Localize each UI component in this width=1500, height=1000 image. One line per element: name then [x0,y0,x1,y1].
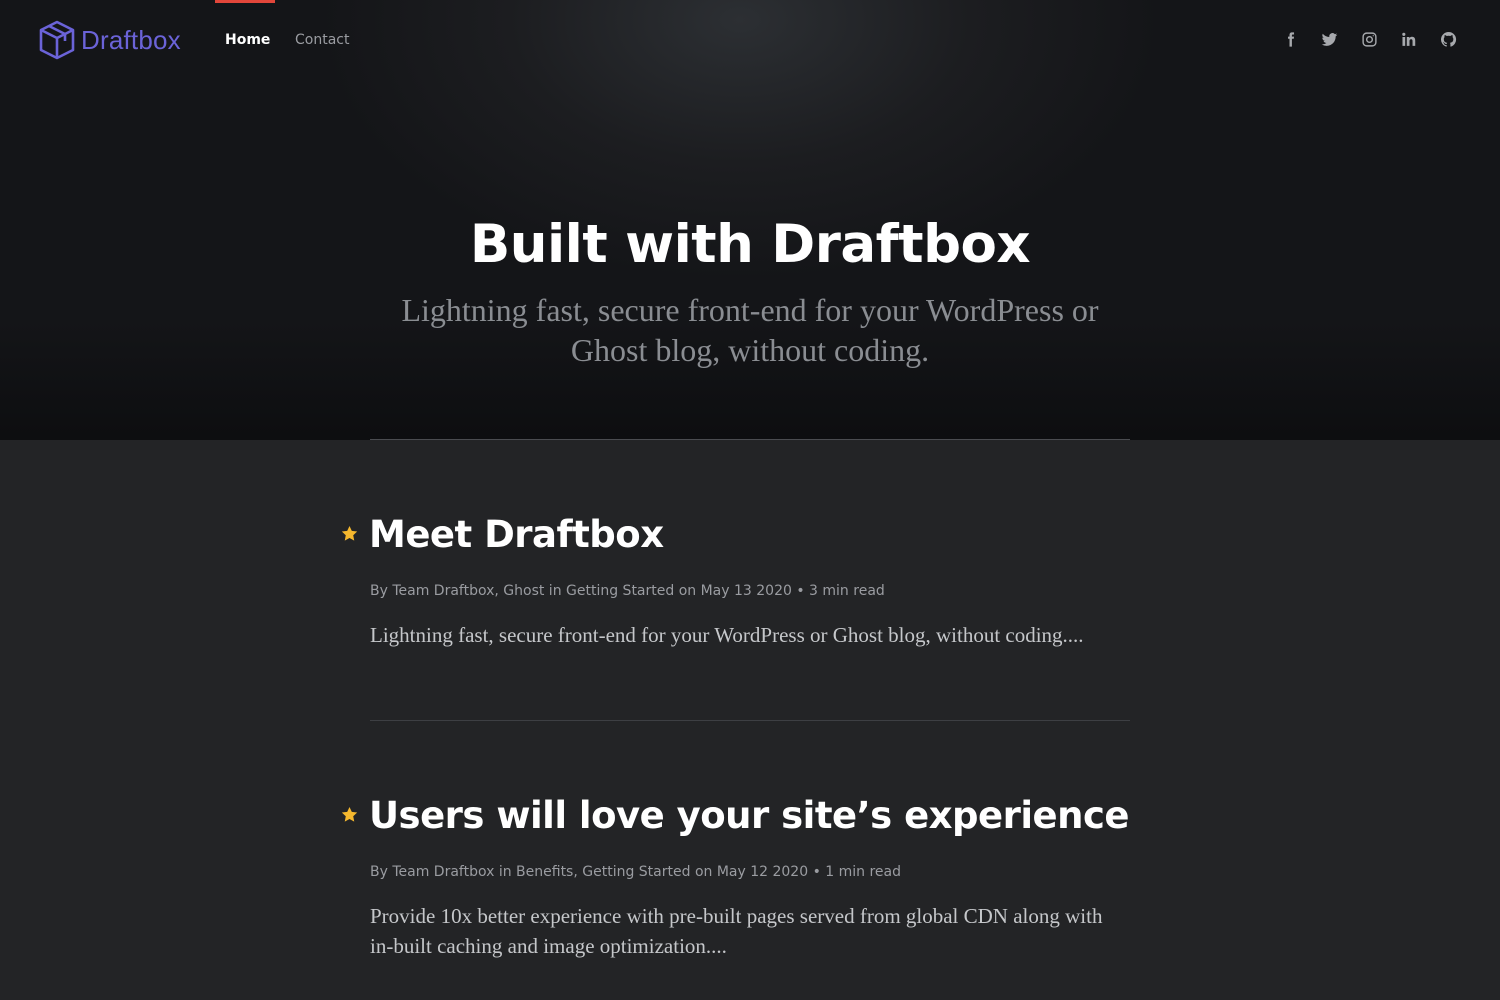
post-meta: By Team Draftbox in Benefits, Getting St… [370,864,902,880]
post-excerpt: Lightning fast, secure front-end for you… [370,623,1084,647]
post-meta: By Team Draftbox, Ghost in Getting Start… [370,583,885,599]
nav-contact-link[interactable]: Contact [295,30,349,50]
github-icon[interactable] [1438,28,1458,50]
facebook-icon[interactable] [1280,28,1300,50]
hero-subtitle: Lightning fast, secure front-end for you… [401,292,1099,368]
hero-divider [370,439,1130,440]
site-logo-text: Draftbox [81,24,181,55]
nav-home-link[interactable]: Home [225,30,270,50]
post-divider [370,720,1130,721]
cube-logo-icon [38,20,76,60]
linkedin-icon[interactable] [1399,28,1419,50]
instagram-icon[interactable] [1359,28,1379,50]
featured-star-icon [340,524,359,543]
nav-active-indicator [215,0,275,3]
site-logo[interactable]: Draftbox [38,20,181,60]
post-title-link[interactable]: Meet Draftbox [369,512,664,558]
twitter-icon[interactable] [1320,28,1340,50]
featured-star-icon [340,805,359,824]
post-excerpt: Provide 10x better experience with pre-b… [370,904,1103,958]
hero-title: Built with Draftbox [469,214,1031,275]
post-title-link[interactable]: Users will love your site’s experience [369,793,1130,839]
social-links [1261,28,1459,50]
